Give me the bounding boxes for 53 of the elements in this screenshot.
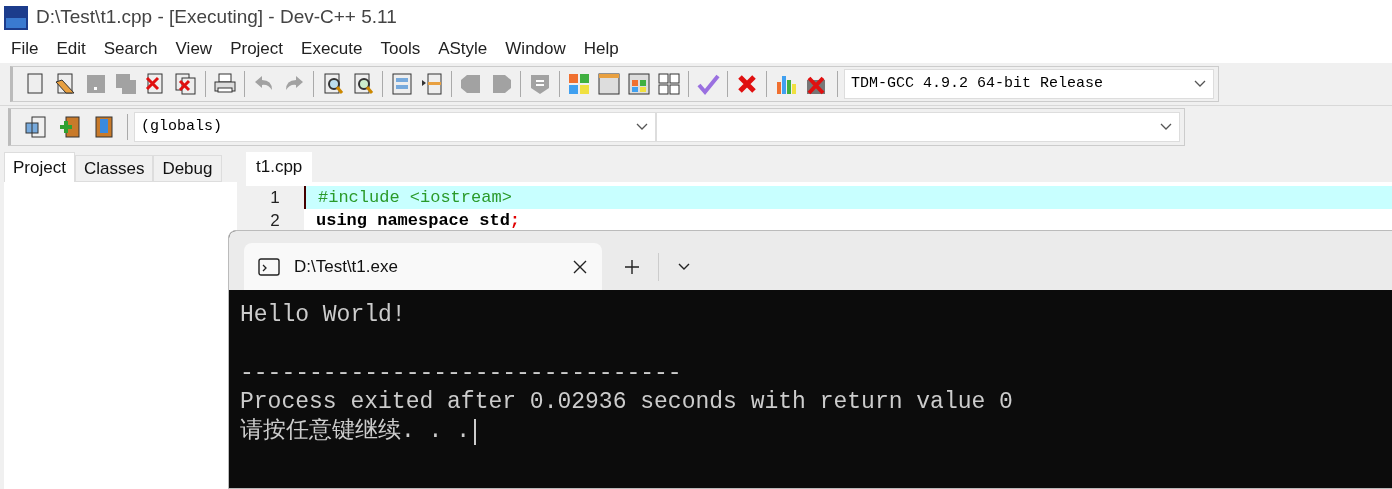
indent-icon: [459, 72, 483, 96]
text-cursor: [474, 418, 476, 445]
editor-tab[interactable]: t1.cpp: [246, 152, 313, 182]
menu-item[interactable]: Search: [94, 36, 167, 62]
rebuild-icon: [657, 72, 681, 96]
dropdown-icon[interactable]: [677, 261, 691, 272]
replace-icon: [351, 72, 375, 96]
scope-dropdown[interactable]: (globals): [134, 112, 656, 142]
window-title: D:\Test\t1.cpp - [Executing] - Dev-C++ 5.11: [36, 5, 397, 30]
open-icon: [54, 72, 78, 96]
terminal-icon: [258, 257, 280, 276]
caret-icon: [635, 122, 649, 132]
menu-item[interactable]: Tools: [371, 36, 430, 62]
line-number: 1: [246, 186, 304, 209]
find-icon: [321, 72, 345, 96]
close-icon[interactable]: [572, 258, 588, 275]
menu-item[interactable]: File: [2, 36, 48, 62]
print-icon: [213, 72, 237, 96]
compile-icon: [567, 72, 591, 96]
console-output-line: Process exited after 0.02936 seconds with return value 0: [240, 388, 1013, 417]
caret-icon: [1193, 79, 1207, 89]
menu-item[interactable]: AStyle: [429, 36, 497, 62]
console-output-line: Hello World!: [240, 301, 406, 330]
run-icon: [597, 72, 621, 96]
menu-item[interactable]: Execute: [292, 36, 372, 62]
comment-icon: [528, 72, 552, 96]
menu-item[interactable]: Edit: [47, 36, 95, 62]
line-number: 2: [246, 209, 304, 232]
panel-tab[interactable]: Classes: [74, 155, 154, 182]
console-output-line: --------------------------------: [240, 359, 682, 388]
add-file-icon: [58, 115, 82, 139]
class-icon: [92, 115, 116, 139]
menu-item[interactable]: Help: [574, 36, 628, 62]
new-tab-icon[interactable]: [624, 258, 640, 275]
console-output-line: 请按任意键继续. . .: [240, 417, 470, 446]
compile-run-icon: [627, 72, 651, 96]
terminal-tab[interactable]: D:\Test\t1.exe: [244, 243, 602, 290]
app-logo-icon: [4, 5, 28, 30]
goto-icon: [390, 72, 414, 96]
caret-icon: [1159, 122, 1173, 132]
compiler-dropdown[interactable]: TDM-GCC 4.9.2 64-bit Release: [844, 69, 1214, 99]
menu-item[interactable]: Project: [221, 36, 293, 62]
panel-tab[interactable]: Debug: [153, 155, 222, 182]
new-project-icon: [24, 115, 48, 139]
menu-item[interactable]: View: [166, 36, 222, 62]
code-line: using namespace std;: [315, 210, 522, 232]
bookmark-icon: [420, 72, 444, 96]
close-all-icon: [174, 72, 198, 96]
panel-tab[interactable]: Project: [4, 152, 75, 182]
menu-item[interactable]: Window: [496, 36, 575, 62]
check-icon: [696, 72, 720, 96]
save-icon: [84, 72, 108, 96]
save-all-icon: [114, 72, 138, 96]
